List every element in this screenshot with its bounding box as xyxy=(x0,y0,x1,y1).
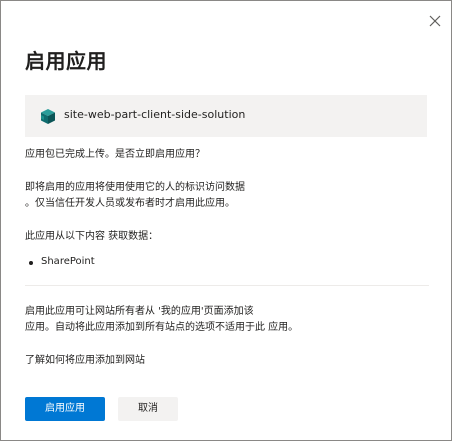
dialog-title: 启用应用 xyxy=(25,49,107,73)
enable-app-dialog: 启用应用 site-web-part-client-side-solution … xyxy=(0,0,452,441)
bullet-icon xyxy=(29,261,33,265)
cancel-button[interactable]: 取消 xyxy=(118,397,178,421)
warning-text-line2: 。仅当信任开发人员或发布者时才启用此应用。 xyxy=(25,198,235,209)
divider xyxy=(25,285,429,286)
learn-more-link[interactable]: 了解如何将应用添加到网站 xyxy=(25,353,145,369)
data-access-label: 此应用从以下内容 获取数据： xyxy=(25,231,159,242)
warning-text-line1: 即将启用的应用将使用使用它的人的标识访问数据 xyxy=(25,182,245,193)
data-source-item: SharePoint xyxy=(41,256,95,267)
close-icon xyxy=(429,15,441,27)
info-text-line1: 启用此应用可让网站所有者从 '我的应用'页面添加该 xyxy=(25,306,254,317)
app-name: site-web-part-client-side-solution xyxy=(64,108,246,121)
info-text-line2: 应用。自动将此应用添加到所有站点的选项不适用于此 应用。 xyxy=(25,322,299,333)
package-icon xyxy=(41,109,55,124)
enable-app-button[interactable]: 启用应用 xyxy=(25,397,105,421)
close-button[interactable] xyxy=(425,11,445,31)
app-info-box: site-web-part-client-side-solution xyxy=(25,95,427,137)
upload-question: 应用包已完成上传。是否立即启用应用？ xyxy=(25,149,205,160)
